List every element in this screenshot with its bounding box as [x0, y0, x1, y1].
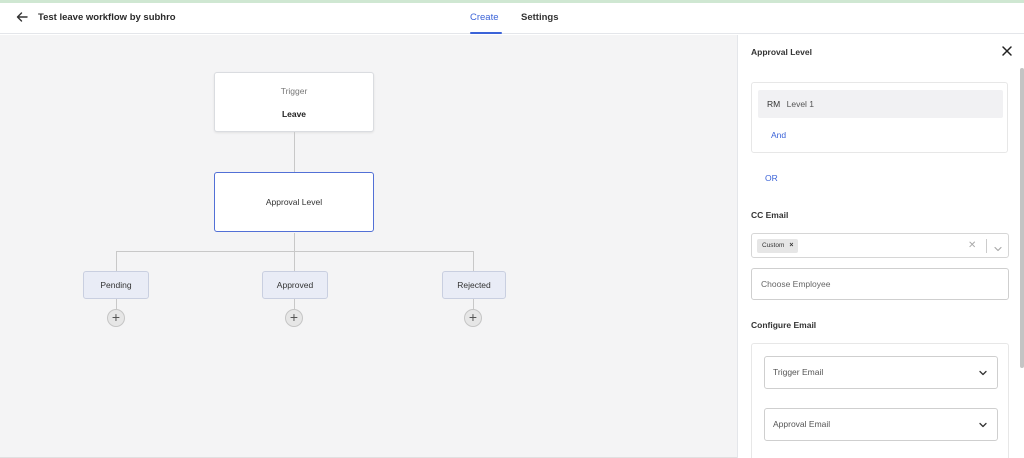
back-arrow-icon[interactable]	[14, 9, 30, 25]
close-icon[interactable]	[1001, 44, 1013, 56]
panel-title: Approval Level	[751, 47, 812, 57]
connector-line	[294, 299, 295, 309]
active-tab-indicator	[470, 32, 502, 34]
configure-email-card: Trigger Email Approval Email	[751, 343, 1009, 458]
chevron-down-icon[interactable]	[993, 241, 1003, 252]
chevron-down-icon	[979, 370, 987, 376]
connector-line	[116, 251, 117, 271]
connector-line	[116, 299, 117, 309]
approver-card: RM Level 1 And	[751, 82, 1008, 153]
tab-settings[interactable]: Settings	[521, 12, 558, 23]
cc-tag-custom: Custom ×	[757, 239, 798, 253]
clear-icon[interactable]: ✕	[968, 240, 976, 251]
chevron-down-icon	[979, 422, 987, 428]
branch-line	[116, 251, 474, 252]
approver-level: Level 1	[786, 99, 815, 109]
connector-line	[294, 251, 295, 271]
cc-tag-label: Custom	[762, 242, 785, 249]
outcome-rejected[interactable]: Rejected	[442, 271, 506, 299]
approval-level-node[interactable]: Approval Level	[214, 172, 374, 232]
header-bar: Test leave workflow by subhro Create Set…	[0, 3, 1024, 34]
trigger-node-value: Leave	[281, 109, 307, 119]
add-step-plus-icon[interactable]: +	[285, 309, 303, 327]
configure-email-label: Configure Email	[751, 320, 817, 330]
approver-role: RM	[767, 99, 781, 109]
or-link[interactable]: OR	[765, 173, 778, 183]
and-link[interactable]: And	[771, 130, 786, 140]
cc-email-select[interactable]: Custom × ✕	[751, 233, 1009, 258]
approval-level-panel: Approval Level RM Level 1 And OR CC Emai…	[737, 35, 1024, 458]
trigger-node[interactable]: Trigger Leave	[214, 72, 374, 132]
tag-remove-icon[interactable]: ×	[789, 242, 793, 249]
cc-email-label: CC Email	[751, 210, 789, 220]
workflow-title: Test leave workflow by subhro	[38, 12, 176, 23]
approver-row[interactable]: RM Level 1	[758, 90, 1003, 118]
add-step-plus-icon[interactable]: +	[464, 309, 482, 327]
outcome-pending[interactable]: Pending	[83, 271, 149, 299]
connector-line	[294, 132, 295, 172]
connector-line	[473, 251, 474, 271]
trigger-email-label: Trigger Email	[773, 367, 824, 377]
tab-create[interactable]: Create	[470, 12, 499, 23]
trigger-email-dropdown[interactable]: Trigger Email	[764, 356, 998, 389]
approval-node-label: Approval Level	[265, 197, 323, 207]
panel-scrollbar[interactable]	[1020, 68, 1024, 368]
connector-line	[294, 233, 295, 251]
workflow-canvas[interactable]: Trigger Leave Approval Level Pending App…	[0, 35, 737, 458]
trigger-node-label: Trigger	[280, 86, 308, 96]
approval-email-dropdown[interactable]: Approval Email	[764, 408, 998, 441]
choose-employee-input[interactable]: Choose Employee	[751, 268, 1009, 300]
outcome-approved[interactable]: Approved	[262, 271, 328, 299]
add-step-plus-icon[interactable]: +	[107, 309, 125, 327]
select-separator	[986, 239, 987, 253]
connector-line	[473, 299, 474, 309]
approval-email-label: Approval Email	[773, 419, 831, 429]
